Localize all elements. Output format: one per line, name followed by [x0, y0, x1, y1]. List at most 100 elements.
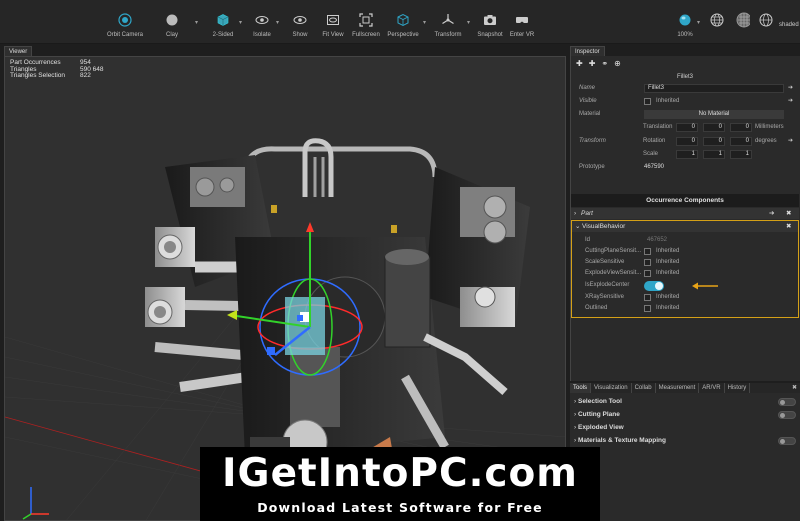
- translation-x-field[interactable]: 0: [676, 123, 698, 132]
- target-icon[interactable]: ⊕: [614, 59, 621, 68]
- enter-vr-button[interactable]: Enter VR: [508, 0, 536, 44]
- material-button[interactable]: No Material: [644, 110, 784, 119]
- cutting-plane-row: CuttingPlaneSensit... Inherited: [585, 248, 680, 255]
- wireframe-globe-button[interactable]: [708, 0, 726, 44]
- transform-gizmo-icon: [441, 13, 455, 27]
- object-title-row: Fillet3: [571, 72, 799, 83]
- chevron-down-icon: ⌄: [575, 223, 581, 230]
- is-explode-center-row: IsExplodeCenter: [572, 279, 800, 292]
- main-toolbar: Orbit Camera Clay ▾ 2-Sided ▾ Isolate ▾ …: [0, 0, 800, 44]
- outlined-row: Outlined Inherited: [585, 305, 680, 312]
- watermark-title: IGetIntoPC.com: [222, 451, 578, 496]
- bottom-tab-bar: Tools Visualization Collab Measurement A…: [570, 383, 800, 393]
- chevron-right-icon: ›: [574, 437, 577, 444]
- name-row: Name Fillet3 ➔: [571, 83, 799, 94]
- cutting-plane-toggle[interactable]: [778, 411, 796, 419]
- fit-view-button[interactable]: Fit View: [320, 0, 346, 44]
- tab-visualization[interactable]: Visualization: [591, 383, 632, 393]
- camera-icon: [483, 13, 497, 27]
- rotation-z-field[interactable]: 0: [730, 137, 752, 146]
- eye-icon: [255, 13, 269, 27]
- zoom-dropdown-icon[interactable]: ▾: [697, 19, 700, 26]
- perspective-dropdown-icon[interactable]: ▾: [423, 19, 426, 26]
- two-sided-button[interactable]: 2-Sided: [210, 0, 236, 44]
- part-section[interactable]: › Part ➔ ✖: [571, 208, 799, 219]
- tab-measurement[interactable]: Measurement: [656, 383, 700, 393]
- show-eye-icon: [293, 13, 307, 27]
- close-icon[interactable]: ✖: [786, 221, 791, 232]
- is-explode-center-toggle[interactable]: [644, 281, 664, 291]
- translation-y-field[interactable]: 0: [703, 123, 725, 132]
- snapshot-button[interactable]: Snapshot: [476, 0, 504, 44]
- scale-y-field[interactable]: 1: [703, 150, 725, 159]
- add-sub-icon[interactable]: ✚: [589, 59, 596, 68]
- two-sided-dropdown-icon[interactable]: ▾: [239, 19, 242, 26]
- close-icon[interactable]: ✖: [786, 208, 791, 219]
- xray-checkbox[interactable]: [644, 294, 651, 301]
- explode-view-checkbox[interactable]: [644, 270, 651, 277]
- inspector-tab[interactable]: Inspector: [570, 46, 605, 56]
- isolate-dropdown-icon[interactable]: ▾: [276, 19, 279, 26]
- cube-icon: [216, 13, 230, 27]
- textured-globe-button[interactable]: [732, 0, 754, 44]
- materials-toggle[interactable]: [778, 437, 796, 445]
- watermark-banner: IGetIntoPC.com Download Latest Software …: [200, 447, 600, 521]
- tool-cutting-plane[interactable]: › Cutting Plane: [570, 408, 800, 421]
- perspective-button[interactable]: Perspective: [386, 0, 420, 44]
- name-field[interactable]: Fillet3: [644, 84, 784, 93]
- chevron-right-icon: ›: [574, 398, 577, 405]
- shaded-button[interactable]: [758, 0, 774, 44]
- scale-z-field[interactable]: 1: [730, 150, 752, 159]
- tab-history[interactable]: History: [725, 383, 751, 393]
- chevron-right-icon: ›: [574, 210, 577, 217]
- transform-dropdown-icon[interactable]: ▾: [467, 19, 470, 26]
- vr-headset-icon: [515, 13, 529, 27]
- fit-view-icon: [326, 13, 340, 27]
- shaded-globe-icon: [759, 13, 773, 27]
- orbit-camera-icon: [118, 13, 132, 27]
- tool-selection[interactable]: › Selection Tool: [570, 395, 800, 408]
- scene-stats: Part Occurrences 954 Triangles 590 648 Tri…: [10, 59, 104, 79]
- cutting-plane-checkbox[interactable]: [644, 248, 651, 255]
- scale-sensitive-checkbox[interactable]: [644, 259, 651, 266]
- scale-x-field[interactable]: 1: [676, 150, 698, 159]
- orbit-camera-button[interactable]: Orbit Camera: [107, 0, 143, 44]
- arrow-right-icon[interactable]: ➔: [769, 208, 774, 219]
- transform-button[interactable]: Transform: [432, 0, 464, 44]
- arrow-right-icon[interactable]: ➔: [788, 136, 793, 147]
- annotation-arrow-icon: [692, 282, 718, 290]
- zoom-button[interactable]: 100%: [674, 0, 696, 44]
- checker-sphere-icon: [736, 12, 750, 28]
- chevron-right-icon: ›: [574, 411, 577, 418]
- globe-icon: [710, 13, 724, 27]
- close-icon[interactable]: ✖: [789, 383, 800, 393]
- visual-behavior-header[interactable]: ⌄ VisualBehavior ✖: [572, 221, 798, 232]
- clay-button[interactable]: Clay: [160, 0, 184, 44]
- perspective-icon: [396, 13, 410, 27]
- arrow-right-icon[interactable]: ➔: [788, 83, 793, 94]
- tool-exploded-view[interactable]: › Exploded View: [570, 421, 800, 434]
- rotation-x-field[interactable]: 0: [676, 137, 698, 146]
- selection-tool-toggle[interactable]: [778, 398, 796, 406]
- clay-dropdown-icon[interactable]: ▾: [195, 19, 198, 26]
- tab-collab[interactable]: Collab: [632, 383, 656, 393]
- inspector-toolbar: ✚ ✚ ⚭ ⊕: [571, 56, 800, 70]
- tab-tools[interactable]: Tools: [570, 383, 592, 393]
- clay-sphere-icon: [165, 13, 179, 27]
- link-icon[interactable]: ⚭: [601, 59, 608, 68]
- fullscreen-button[interactable]: Fullscreen: [350, 0, 382, 44]
- show-button[interactable]: Show: [288, 0, 312, 44]
- viewer-tab[interactable]: Viewer: [4, 46, 33, 56]
- occurrence-components-header: Occurrence Components: [571, 194, 799, 207]
- isolate-button[interactable]: Isolate: [250, 0, 274, 44]
- chevron-right-icon: ›: [574, 424, 577, 431]
- material-row: Material No Material: [571, 109, 799, 120]
- add-component-icon[interactable]: ✚: [576, 59, 583, 68]
- tab-ar-vr[interactable]: AR/VR: [699, 383, 725, 393]
- translation-z-field[interactable]: 0: [730, 123, 752, 132]
- visible-checkbox[interactable]: [644, 98, 651, 105]
- rotation-y-field[interactable]: 0: [703, 137, 725, 146]
- outlined-checkbox[interactable]: [644, 305, 651, 312]
- tool-materials[interactable]: › Materials & Texture Mapping: [570, 434, 800, 447]
- arrow-right-icon[interactable]: ➔: [788, 96, 793, 107]
